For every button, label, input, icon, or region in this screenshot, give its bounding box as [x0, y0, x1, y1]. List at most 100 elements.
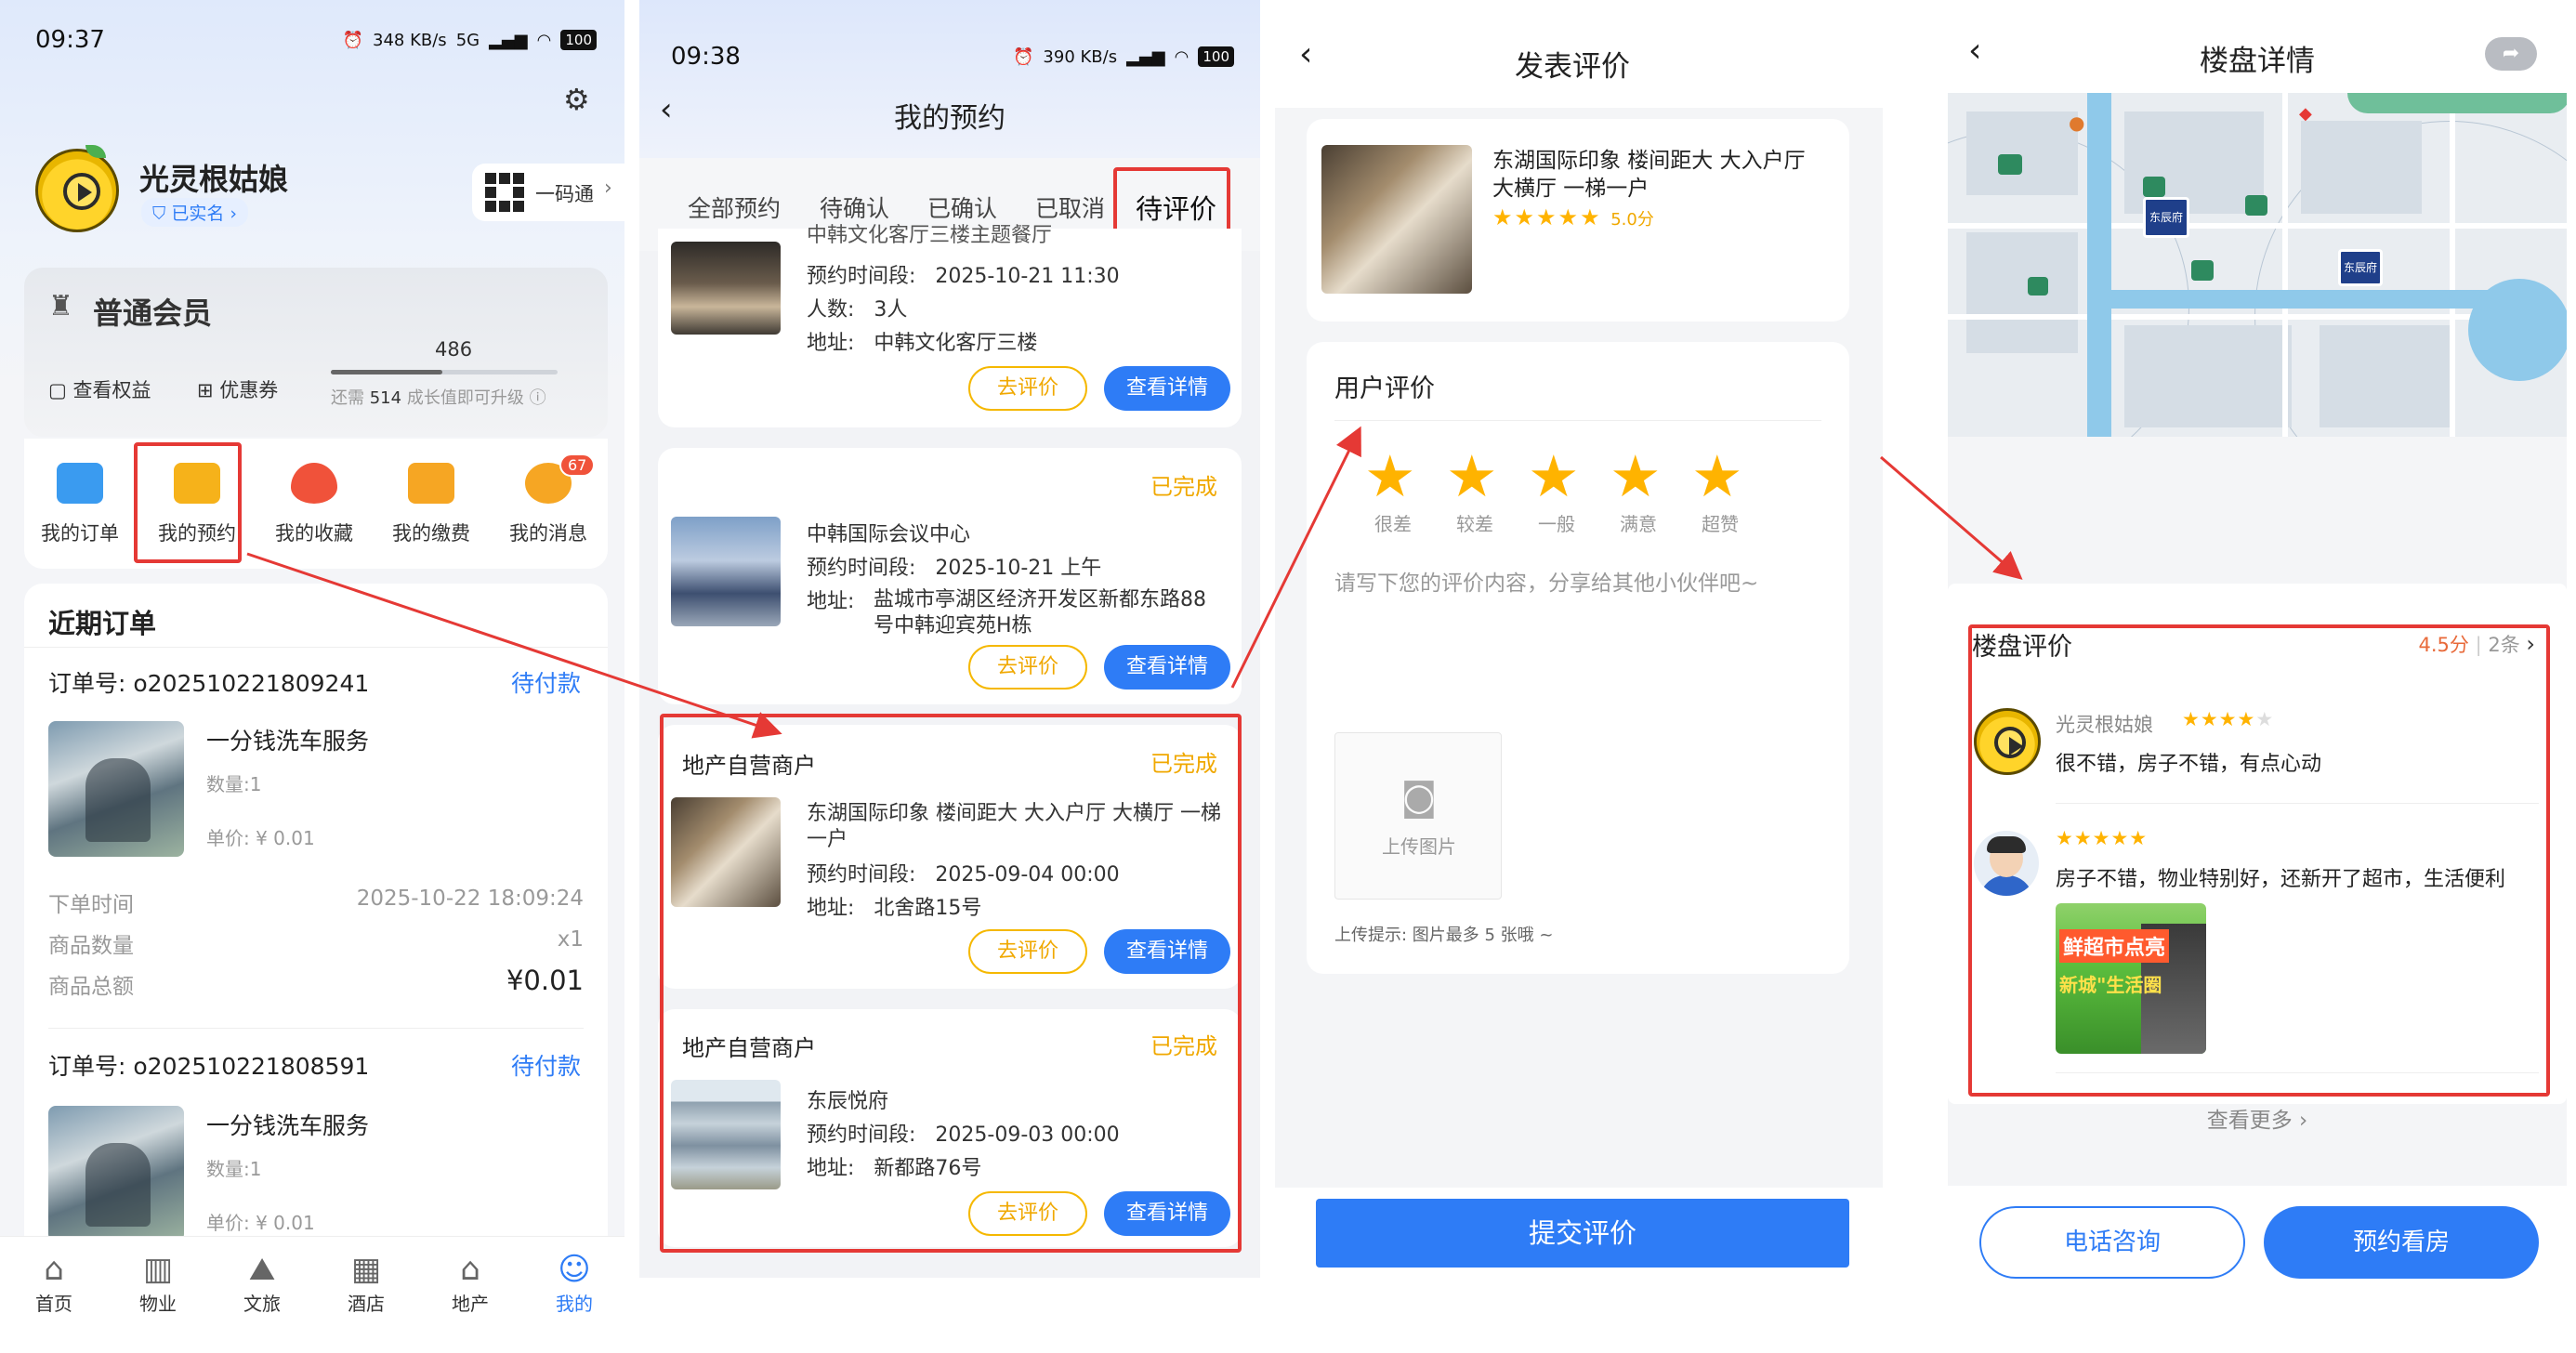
- qr-code-icon: [485, 173, 524, 212]
- star-4-icon[interactable]: ★: [1610, 448, 1662, 506]
- tab-pending[interactable]: 待确认: [820, 190, 889, 224]
- building-icon: ▥: [142, 1251, 174, 1288]
- review-button[interactable]: 去评价: [968, 366, 1087, 411]
- product-card: 东湖国际印象 楼间距大 大入户厅 大横厅 一梯一户 ★★★★★ 5.0分: [1307, 119, 1849, 322]
- map-river: [2087, 290, 2524, 309]
- star-1-icon[interactable]: ★: [1364, 448, 1416, 506]
- order-time: 2025-10-22 18:09:24: [356, 887, 584, 911]
- rating-label: 很差: [1374, 513, 1412, 535]
- rating-label: 一般: [1538, 513, 1575, 535]
- detail-button[interactable]: 查看详情: [1104, 645, 1230, 690]
- order-unit-price: 单价: ¥ 0.01: [206, 827, 315, 849]
- recent-orders-title: 近期订单: [48, 608, 157, 639]
- product-thumbnail: [1321, 145, 1472, 294]
- star-5-icon[interactable]: ★: [1691, 448, 1743, 506]
- status-bar: 09:37 ⏰ 348 KB/s 5G ▂▄▆ ◠ 100: [0, 26, 624, 63]
- estate-icon: ⌂: [460, 1251, 480, 1288]
- map-poi-green: [2191, 260, 2214, 281]
- rating-label: 超赞: [1702, 513, 1739, 535]
- quick-item-orders[interactable]: 我的订单: [24, 463, 136, 546]
- tab-mine[interactable]: ☺ 我的: [528, 1250, 621, 1316]
- map-block: [1966, 112, 2078, 195]
- order-thumbnail[interactable]: [48, 1106, 184, 1241]
- chevron-right-icon: ›: [604, 177, 612, 200]
- booking-time: 预约时间段: 2025-10-21 11:30: [807, 265, 1120, 288]
- member-card[interactable]: ♜ 普通会员 ▢ 查看权益 ⊞ 优惠券 486 还需 514 成长值即可升级 ⓘ: [24, 268, 608, 437]
- order-product-name: 一分钱洗车服务: [206, 1112, 370, 1139]
- status-time: 09:37: [35, 26, 105, 54]
- upload-image-button[interactable]: ◙ 上传图片: [1334, 732, 1502, 900]
- map-marker-icon: ●: [2069, 112, 2085, 134]
- signal-5g-label: 5G: [455, 30, 480, 50]
- user-icon: ☺: [558, 1251, 591, 1288]
- order-count: x1: [557, 927, 584, 952]
- divider: [24, 647, 608, 648]
- booking-address: 地址: 中韩文化客厅三楼: [807, 332, 1038, 355]
- booking-address: 地址: 盐城市亭湖区经济开发区新都东路88 号中韩迎宾苑H栋: [807, 587, 1206, 637]
- book-viewing-button[interactable]: 预约看房: [2264, 1206, 2539, 1279]
- verified-badge[interactable]: ⛉ 已实名 ›: [141, 198, 248, 227]
- coupons-link[interactable]: ⊞ 优惠券: [197, 375, 278, 403]
- divider: [48, 1028, 584, 1029]
- divider: [1334, 420, 1821, 421]
- tab-cancelled[interactable]: 已取消: [1035, 190, 1105, 224]
- mountain-icon: ⛰: [248, 1251, 276, 1288]
- wifi-icon: ◠: [1174, 46, 1189, 67]
- member-badge-icon: ♜: [48, 290, 73, 322]
- map-poi-green: [1998, 154, 2022, 175]
- review-textarea[interactable]: 请写下您的评价内容，分享给其他小伙伴吧~: [1334, 565, 1821, 732]
- shield-check-icon: ⛉: [152, 204, 166, 224]
- net-speed: 348 KB/s: [373, 30, 447, 50]
- order-thumbnail[interactable]: [48, 721, 184, 857]
- order-time-label: 下单时间: [48, 893, 134, 917]
- quick-item-messages[interactable]: 我的消息 67: [493, 453, 604, 546]
- map-poi-green: [2245, 195, 2267, 216]
- star-2-icon[interactable]: ★: [1446, 448, 1498, 506]
- member-rights-link[interactable]: ▢ 查看权益: [48, 375, 151, 403]
- order-product-name: 一分钱洗车服务: [206, 728, 370, 755]
- map-road: [2450, 93, 2455, 437]
- booking-time: 预约时间段: 2025-10-21 上午: [807, 557, 1102, 580]
- order-number: 订单号: o202510221808591: [48, 1053, 370, 1080]
- tab-property[interactable]: ▥ 物业: [112, 1250, 204, 1316]
- orders-icon: [57, 463, 103, 504]
- tab-home[interactable]: ⌂ 首页: [7, 1250, 100, 1316]
- profile-screen: 09:37 ⏰ 348 KB/s 5G ▂▄▆ ◠ 100 ⚙ 光灵根姑娘 ⛉ …: [0, 0, 624, 1353]
- tab-all[interactable]: 全部预约: [688, 190, 781, 224]
- booking-card[interactable]: 已完成 中韩国际会议中心 预约时间段: 2025-10-21 上午 地址: 盐城…: [658, 448, 1242, 704]
- map-pin-property[interactable]: 东辰府: [2338, 249, 2383, 286]
- booking-thumbnail: [671, 242, 781, 335]
- submit-review-button[interactable]: 提交评价: [1316, 1199, 1849, 1268]
- bottom-tabbar: ⌂ 首页 ▥ 物业 ⛰ 文旅 ▦ 酒店 ⌂ 地产 ☺ 我的: [0, 1236, 624, 1353]
- view-more-link[interactable]: 查看更多 ›: [1948, 1102, 2567, 1134]
- rating-label: 满意: [1620, 513, 1657, 535]
- map-pin-property[interactable]: 东辰府: [2143, 197, 2189, 238]
- property-detail-screen: ‹ 楼盘详情 ➦ 东辰府 东辰府 ◆ ● 楼盘评价 4.5分 | 2条 › 光灵…: [1948, 0, 2567, 1287]
- upload-label: 上传图片: [1382, 835, 1456, 858]
- quick-item-payments[interactable]: 我的缴费: [375, 463, 487, 546]
- battery-icon: 100: [560, 30, 597, 50]
- quick-menu: 我的订单 我的预约 我的收藏 我的缴费 我的消息 67: [24, 439, 608, 569]
- avatar[interactable]: [35, 149, 119, 232]
- annotation-box-reviews: [1968, 624, 2550, 1097]
- detail-button[interactable]: 查看详情: [1104, 366, 1230, 411]
- net-speed: 390 KB/s: [1043, 46, 1118, 67]
- call-button[interactable]: 电话咨询: [1979, 1206, 2245, 1279]
- share-icon[interactable]: ➦: [2485, 37, 2537, 71]
- star-3-icon[interactable]: ★: [1528, 448, 1580, 506]
- recent-orders-card: 近期订单 订单号: o202510221809241 待付款 一分钱洗车服务 数…: [24, 584, 608, 1271]
- booking-card[interactable]: 中韩文化客厅三楼主题餐厅 预约时间段: 2025-10-21 11:30 人数:…: [658, 224, 1242, 427]
- review-button[interactable]: 去评价: [968, 645, 1087, 690]
- quick-item-favorites[interactable]: 我的收藏: [258, 463, 370, 546]
- chevron-right-icon: ›: [2299, 1109, 2308, 1133]
- tab-travel[interactable]: ⛰ 文旅: [216, 1250, 309, 1316]
- qr-entry[interactable]: 一码通 ›: [472, 164, 624, 221]
- tab-confirmed[interactable]: 已确认: [927, 190, 997, 224]
- signal-icon: ▂▄▆: [489, 30, 528, 50]
- tab-hotel[interactable]: ▦ 酒店: [320, 1250, 413, 1316]
- location-map[interactable]: 东辰府 东辰府 ◆ ●: [1948, 93, 2567, 437]
- tab-estate[interactable]: ⌂ 地产: [424, 1250, 517, 1316]
- map-poi-green: [2028, 277, 2048, 296]
- booking-address-text: 盐城市亭湖区经济开发区新都东路88 号中韩迎宾苑H栋: [874, 588, 1206, 637]
- settings-gear-icon[interactable]: ⚙: [563, 82, 590, 117]
